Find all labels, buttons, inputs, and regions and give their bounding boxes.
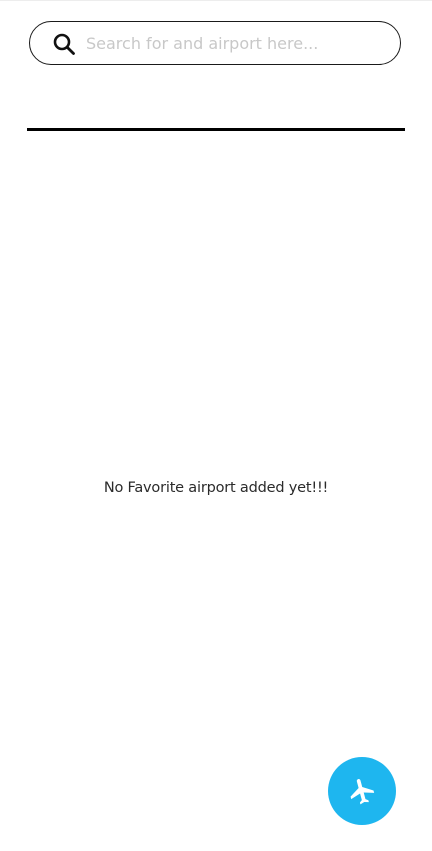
airplane-icon (350, 779, 375, 805)
section-divider (27, 128, 405, 131)
empty-favorites-message: No Favorite airport added yet!!! (103, 480, 329, 496)
search-icon[interactable] (52, 32, 76, 56)
status-divider (0, 0, 432, 1)
search-bar[interactable] (29, 21, 401, 65)
search-input[interactable] (86, 26, 386, 60)
add-airport-fab[interactable] (328, 757, 396, 825)
